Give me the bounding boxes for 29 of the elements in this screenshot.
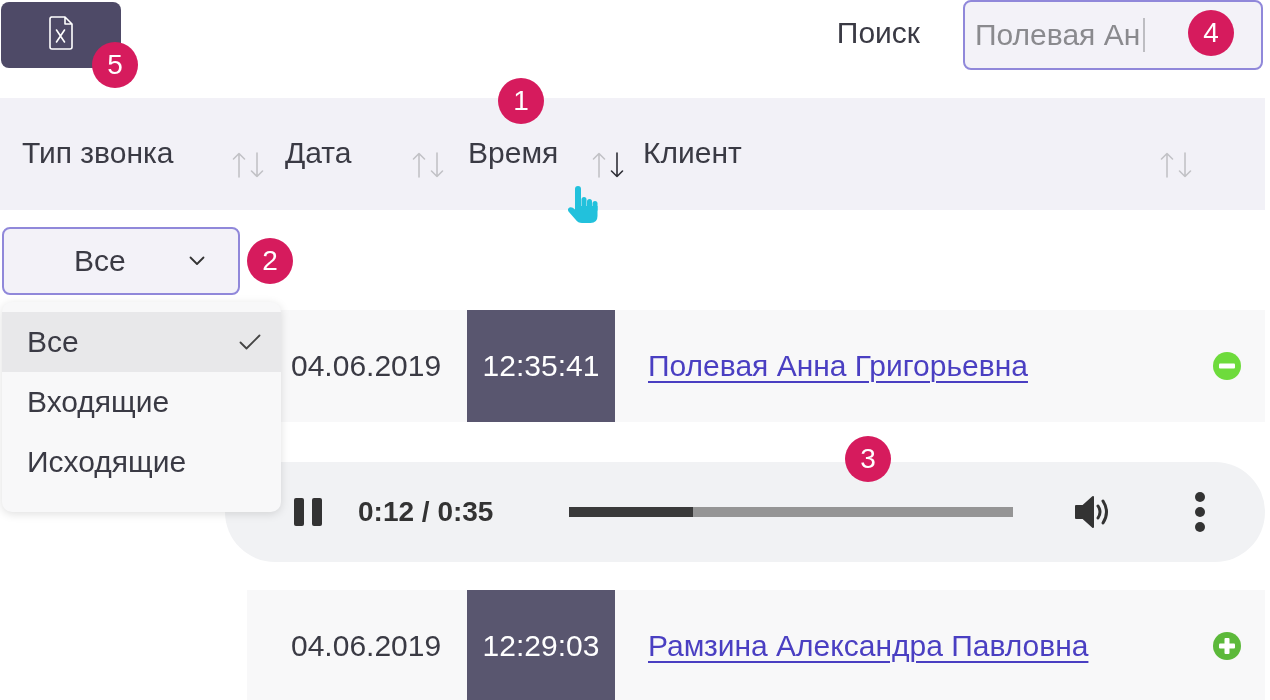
- client-link[interactable]: Полевая Анна Григорьевна: [648, 349, 1028, 383]
- progress-track[interactable]: [569, 507, 1013, 517]
- column-header[interactable]: Клиент: [643, 136, 742, 170]
- filter-dropdown[interactable]: Все: [2, 227, 240, 295]
- column-header[interactable]: Дата: [285, 136, 352, 170]
- date-text: 04.06.2019: [291, 349, 442, 383]
- document-x-icon: [49, 16, 73, 50]
- number-badge: 3: [845, 436, 891, 482]
- menu-option[interactable]: Все: [2, 312, 281, 372]
- checkmark-icon: [239, 334, 261, 350]
- column-header[interactable]: Тип звонка: [22, 136, 174, 170]
- column-header[interactable]: Время: [468, 136, 559, 170]
- call-row[interactable]: 04.06.2019 12:29:03 Рамзина Александра Павловна: [247, 590, 1265, 700]
- pause-icon[interactable]: [293, 497, 323, 527]
- time-cell: 12:35:41: [467, 310, 615, 422]
- time-cell: 12:29:03: [467, 590, 615, 700]
- client-link[interactable]: Рамзина Александра Павловна: [648, 629, 1089, 663]
- plus-circle-icon[interactable]: [1213, 632, 1241, 660]
- playback-time: 0:12 / 0:35: [358, 496, 495, 528]
- search-label: Поиск: [836, 16, 920, 50]
- number-badge: 5: [92, 42, 138, 88]
- date-text: 04.06.2019: [291, 629, 442, 663]
- text-cursor-icon: [1143, 18, 1146, 52]
- more-options-icon[interactable]: [1195, 492, 1205, 532]
- number-badge: 1: [498, 78, 544, 124]
- sort-arrows-icon[interactable]: [591, 152, 625, 178]
- number-badge: 2: [247, 238, 293, 284]
- chevron-down-icon: [189, 256, 205, 266]
- menu-option[interactable]: Исходящие: [2, 432, 281, 492]
